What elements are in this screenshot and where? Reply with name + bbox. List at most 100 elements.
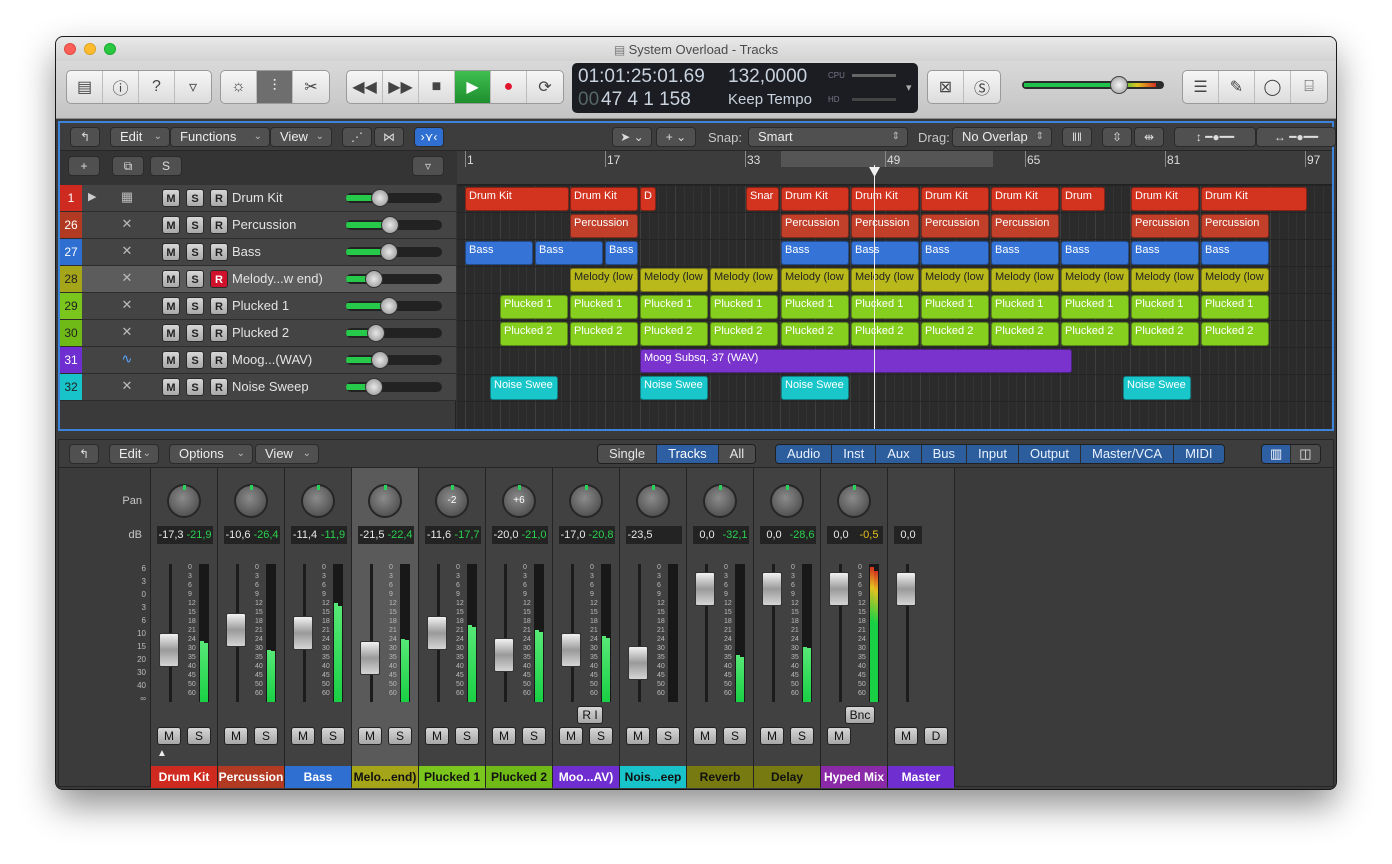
track-volume-knob[interactable] xyxy=(365,270,384,288)
region[interactable]: Percussion xyxy=(851,214,919,238)
region[interactable]: Plucked 1 xyxy=(991,295,1059,319)
solo-button[interactable]: S xyxy=(321,727,345,745)
solo-button[interactable]: S xyxy=(186,270,204,288)
flex-icon[interactable]: ⋈ xyxy=(374,127,404,147)
track-volume-knob[interactable] xyxy=(370,351,389,369)
pan-knob[interactable]: -2 xyxy=(435,484,469,518)
pan-knob[interactable] xyxy=(837,484,871,518)
region[interactable]: Percussion xyxy=(781,214,849,238)
record-enable-button[interactable]: R xyxy=(210,270,228,288)
solo-icon[interactable]: Ⓢ xyxy=(964,71,1000,103)
solo-button[interactable]: S xyxy=(455,727,479,745)
region[interactable]: Plucked 1 xyxy=(1201,295,1269,319)
track-name[interactable]: Bass xyxy=(232,244,261,259)
volume-readout[interactable]: -23,5 xyxy=(626,526,654,544)
region[interactable]: Drum Kit xyxy=(1201,187,1307,211)
region[interactable]: Melody (low xyxy=(640,268,708,292)
edit-menu[interactable]: Edit ⌄ xyxy=(110,127,170,147)
volume-readout[interactable]: -11,6 xyxy=(425,526,453,544)
stop-icon[interactable]: ■ xyxy=(419,71,455,103)
volume-fader[interactable] xyxy=(762,571,782,606)
volume-readout[interactable]: 0,0 xyxy=(827,526,855,544)
replace-icon[interactable]: ⊠ xyxy=(928,71,964,103)
region[interactable]: Plucked 2 xyxy=(991,322,1059,346)
region[interactable]: Melody (low xyxy=(851,268,919,292)
region[interactable]: Drum Kit xyxy=(1131,187,1199,211)
region[interactable]: Plucked 1 xyxy=(781,295,849,319)
strip-name[interactable]: Melo...end) xyxy=(352,766,418,788)
record-enable-button[interactable]: R xyxy=(210,243,228,261)
volume-fader[interactable] xyxy=(293,616,313,650)
volume-fader[interactable] xyxy=(561,632,581,667)
region[interactable]: Plucked 1 xyxy=(640,295,708,319)
volume-fader[interactable] xyxy=(695,571,715,606)
solo-button[interactable]: S xyxy=(186,297,204,315)
pan-knob[interactable]: +6 xyxy=(502,484,536,518)
disclosure-triangle-icon[interactable]: ▶ xyxy=(88,190,108,206)
record-enable-button[interactable]: R xyxy=(210,216,228,234)
volume-fader[interactable] xyxy=(829,571,849,606)
help-icon[interactable]: ? xyxy=(139,71,175,103)
pan-knob[interactable] xyxy=(636,484,670,518)
horizontal-zoom-slider[interactable]: ↔ ━●━━ xyxy=(1256,127,1336,147)
mixer-view-menu[interactable]: View ⌄ xyxy=(255,444,319,464)
track-name[interactable]: Plucked 1 xyxy=(232,298,289,313)
region[interactable]: Bass xyxy=(605,241,638,265)
region[interactable]: Melody (low xyxy=(1061,268,1129,292)
record-enable-button[interactable]: R xyxy=(210,297,228,315)
volume-fader[interactable] xyxy=(226,613,246,648)
record-enable-button[interactable]: R xyxy=(210,189,228,207)
strip-name[interactable]: Reverb xyxy=(687,766,753,788)
mute-button[interactable]: M xyxy=(224,727,248,745)
volume-fader[interactable] xyxy=(896,571,916,606)
notepad-icon[interactable]: ✎ xyxy=(1219,71,1255,103)
region[interactable]: Bass xyxy=(1201,241,1269,265)
cycle-icon[interactable]: ⟳ xyxy=(527,71,563,103)
solo-button[interactable]: S xyxy=(790,727,814,745)
output-filter-button[interactable]: Output xyxy=(1018,445,1081,463)
mute-button[interactable]: M xyxy=(559,727,583,745)
lcd-chevron-icon[interactable]: ▾ xyxy=(906,81,912,94)
volume-readout[interactable]: -21,5 xyxy=(358,526,386,544)
volume-readout[interactable]: -11,4 xyxy=(291,526,319,544)
volume-fader[interactable] xyxy=(159,632,179,667)
track-volume-knob[interactable] xyxy=(380,243,399,261)
strip-extra-button[interactable]: R I xyxy=(577,706,603,724)
playhead[interactable] xyxy=(874,165,875,429)
mixer-options-menu[interactable]: Options ⌄ xyxy=(169,444,253,464)
region[interactable]: Drum Kit xyxy=(851,187,919,211)
master-volume-slider[interactable] xyxy=(1022,75,1164,95)
strip-name[interactable]: Plucked 1 xyxy=(419,766,485,788)
mute-button[interactable]: M xyxy=(162,189,180,207)
vertical-zoom-slider[interactable]: ↕ ━●━━ xyxy=(1174,127,1256,147)
pan-knob[interactable] xyxy=(167,484,201,518)
mute-button[interactable]: M xyxy=(157,727,181,745)
volume-fader[interactable] xyxy=(360,640,380,675)
solo-button[interactable]: S xyxy=(187,727,211,745)
add-track-button[interactable]: + xyxy=(68,156,100,176)
solo-button[interactable]: S xyxy=(186,216,204,234)
mute-button[interactable]: M xyxy=(760,727,784,745)
region[interactable]: Melody (low xyxy=(781,268,849,292)
region[interactable]: Bass xyxy=(1061,241,1129,265)
midi-filter-button[interactable]: MIDI xyxy=(1174,445,1224,463)
region[interactable]: Drum Kit xyxy=(570,187,638,211)
volume-readout[interactable]: 0,0 xyxy=(760,526,788,544)
track-name[interactable]: Plucked 2 xyxy=(232,325,289,340)
region[interactable]: Plucked 2 xyxy=(851,322,919,346)
solo-button[interactable]: S xyxy=(589,727,613,745)
functions-menu[interactable]: Functions ⌄ xyxy=(170,127,270,147)
track-name[interactable]: Drum Kit xyxy=(232,190,283,205)
pan-knob[interactable] xyxy=(368,484,402,518)
region[interactable]: Moog Subsq. 37 (WAV) xyxy=(640,349,1072,373)
region[interactable]: Drum Kit xyxy=(465,187,569,211)
mute-button[interactable]: M xyxy=(162,297,180,315)
region[interactable]: Percussion xyxy=(570,214,638,238)
region[interactable]: Drum xyxy=(1061,187,1105,211)
collapse-icon[interactable]: ▿ xyxy=(412,156,444,176)
pointer-tool-icon[interactable]: ➤ ⌄ xyxy=(612,127,652,147)
strip-extra-button[interactable]: Bnc xyxy=(845,706,875,724)
track-volume-slider[interactable] xyxy=(346,193,442,203)
record-enable-button[interactable]: R xyxy=(210,324,228,342)
region[interactable]: Bass xyxy=(991,241,1059,265)
